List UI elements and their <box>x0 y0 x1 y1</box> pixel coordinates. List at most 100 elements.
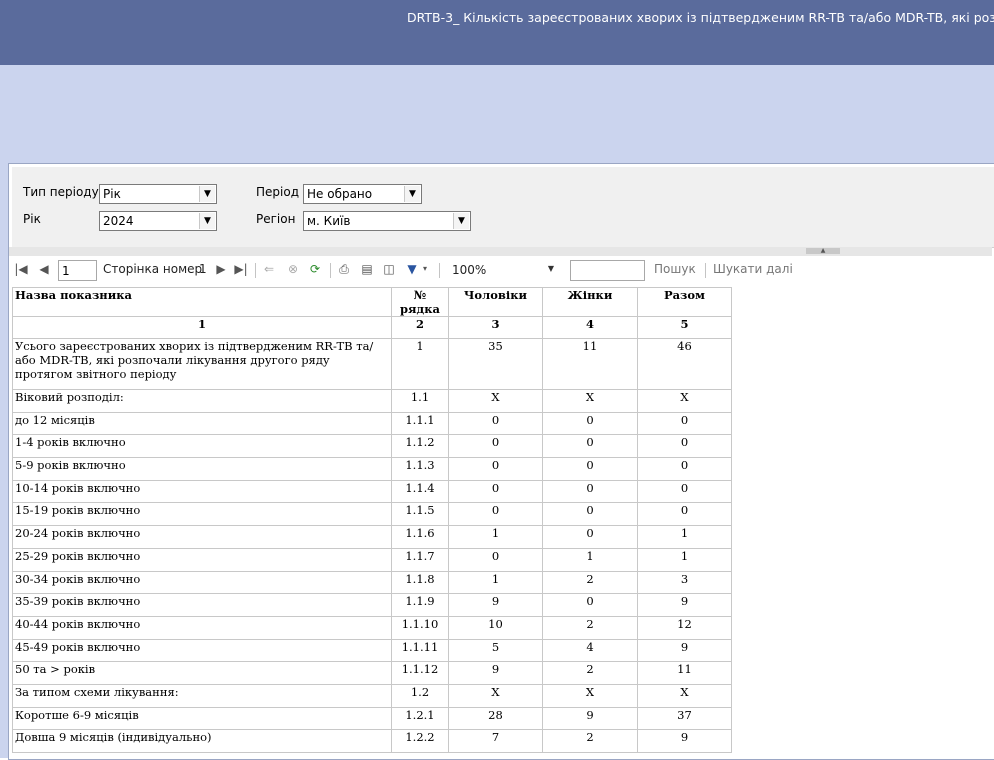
table-row: Довша 9 місяців (індивідуально) 1.2.2 7 2 9 <box>12 729 732 753</box>
table-row: 45-49 років включно 1.1.11 5 4 9 <box>12 638 732 663</box>
row-women: 2 <box>542 570 638 595</box>
page-count: 1 <box>199 262 207 276</box>
page-setup-icon[interactable]: ◫ <box>381 261 397 277</box>
report-viewer: Тип періоду Рік ▼ Рік 2024 ▼ Період Не о… <box>8 163 994 760</box>
row-women: 0 <box>542 502 638 527</box>
next-page-icon[interactable]: ▶ <box>213 261 229 277</box>
search-button[interactable]: Пошук <box>654 262 696 276</box>
row-code: 1.1.2 <box>391 434 449 459</box>
region-select[interactable]: м. Київ ▼ <box>303 211 471 231</box>
col-number: 3 <box>448 316 543 339</box>
chevron-down-icon[interactable]: ▼ <box>199 186 215 202</box>
row-men: 5 <box>448 638 543 663</box>
region-label: Регіон <box>256 212 296 226</box>
page-of-label: Сторінка номер <box>103 262 203 276</box>
row-men: 0 <box>448 547 543 572</box>
row-name: 20-24 років включно <box>12 525 392 549</box>
export-dropdown-icon[interactable]: ▾ <box>421 261 429 277</box>
export-icon[interactable]: ▼ <box>404 261 420 277</box>
row-total: 46 <box>637 338 732 390</box>
row-code: 1.1 <box>391 389 449 413</box>
year-select[interactable]: 2024 ▼ <box>99 211 217 231</box>
back-icon[interactable]: ⇐ <box>261 261 277 277</box>
row-men: 28 <box>448 706 543 731</box>
row-total: 0 <box>637 502 732 527</box>
col-header-total: Разом <box>637 287 732 317</box>
col-number: 4 <box>542 316 638 339</box>
col-header-women: Жінки <box>542 287 638 317</box>
chevron-down-icon[interactable]: ▼ <box>453 213 469 229</box>
report-title: DRTB-3_ Кількість зареєстрованих хворих … <box>407 10 994 25</box>
last-page-icon[interactable]: ▶| <box>233 261 249 277</box>
row-men: X <box>448 683 543 708</box>
parameters-splitter[interactable]: ▲ <box>9 247 992 256</box>
period-type-select[interactable]: Рік ▼ <box>99 184 217 204</box>
chevron-down-icon[interactable]: ▼ <box>199 213 215 229</box>
table-header-row: Назва показника № рядка Чоловіки Жінки Р… <box>12 287 732 317</box>
chevron-down-icon[interactable]: ▼ <box>548 264 554 273</box>
previous-page-icon[interactable]: ◀ <box>36 261 52 277</box>
table-row: до 12 місяців 1.1.1 0 0 0 <box>12 411 732 436</box>
row-name: 50 та > років <box>12 661 392 685</box>
report-toolbar: |◀ ◀ 1 Сторінка номер 1 ▶ ▶| ⇐ ⊗ ⟳ ⎙ ▤ ◫… <box>12 256 994 284</box>
row-name: до 12 місяців <box>12 411 392 436</box>
row-men: 0 <box>448 457 543 481</box>
table-row: Усього зареєстрованих хворих із підтверд… <box>12 338 732 390</box>
row-code: 1.1.7 <box>391 547 449 572</box>
row-name: Коротше 6-9 місяців <box>12 706 392 731</box>
row-women: 2 <box>542 661 638 685</box>
col-header-code: № рядка <box>391 287 449 317</box>
first-page-icon[interactable]: |◀ <box>13 261 29 277</box>
col-number: 2 <box>391 316 449 339</box>
stop-icon[interactable]: ⊗ <box>285 261 301 277</box>
row-name: За типом схеми лікування: <box>12 683 392 708</box>
row-code: 1.1.1 <box>391 411 449 436</box>
row-code: 1.2 <box>391 683 449 708</box>
table-row: За типом схеми лікування: 1.2 X X X <box>12 683 732 708</box>
find-next-button[interactable]: Шукати далі <box>713 262 793 276</box>
row-women: 0 <box>542 411 638 436</box>
row-men: 10 <box>448 615 543 640</box>
period-label: Період <box>256 185 299 199</box>
row-women: 0 <box>542 593 638 617</box>
row-code: 1.1.6 <box>391 525 449 549</box>
period-select[interactable]: Не обрано ▼ <box>303 184 422 204</box>
table-row: Віковий розподіл: 1.1 X X X <box>12 389 732 413</box>
row-total: 0 <box>637 457 732 481</box>
table-row: 40-44 років включно 1.1.10 10 2 12 <box>12 615 732 640</box>
row-code: 1.1.4 <box>391 479 449 504</box>
row-men: 9 <box>448 593 543 617</box>
row-name: 1-4 років включно <box>12 434 392 459</box>
search-input[interactable] <box>570 260 645 281</box>
row-men: 0 <box>448 479 543 504</box>
col-number: 1 <box>12 316 392 339</box>
print-icon[interactable]: ⎙ <box>336 261 352 277</box>
col-number: 5 <box>637 316 732 339</box>
page-number-input[interactable]: 1 <box>58 260 97 281</box>
row-men: 35 <box>448 338 543 390</box>
row-code: 1.1.5 <box>391 502 449 527</box>
row-name: 40-44 років включно <box>12 615 392 640</box>
app-header: DRTB-3_ Кількість зареєстрованих хворих … <box>0 0 994 65</box>
row-name: Віковий розподіл: <box>12 389 392 413</box>
row-men: 1 <box>448 570 543 595</box>
table-row: 1-4 років включно 1.1.2 0 0 0 <box>12 434 732 459</box>
chevron-down-icon[interactable]: ▼ <box>404 186 420 202</box>
row-total: 0 <box>637 479 732 504</box>
row-women: 0 <box>542 525 638 549</box>
collapse-icon[interactable]: ▲ <box>806 248 840 254</box>
row-men: 0 <box>448 502 543 527</box>
row-total: 9 <box>637 593 732 617</box>
col-header-men: Чоловіки <box>448 287 543 317</box>
period-type-label: Тип періоду <box>23 185 99 199</box>
row-total: 11 <box>637 661 732 685</box>
row-total: 3 <box>637 570 732 595</box>
table-row: 25-29 років включно 1.1.7 0 1 1 <box>12 547 732 572</box>
print-layout-icon[interactable]: ▤ <box>359 261 375 277</box>
parameters-panel: Тип періоду Рік ▼ Рік 2024 ▼ Період Не о… <box>12 167 994 248</box>
report-table: Назва показника № рядка Чоловіки Жінки Р… <box>12 287 732 753</box>
row-total: 0 <box>637 434 732 459</box>
row-total: 9 <box>637 638 732 663</box>
zoom-select[interactable]: 100% ▼ <box>448 260 558 281</box>
refresh-icon[interactable]: ⟳ <box>307 261 323 277</box>
